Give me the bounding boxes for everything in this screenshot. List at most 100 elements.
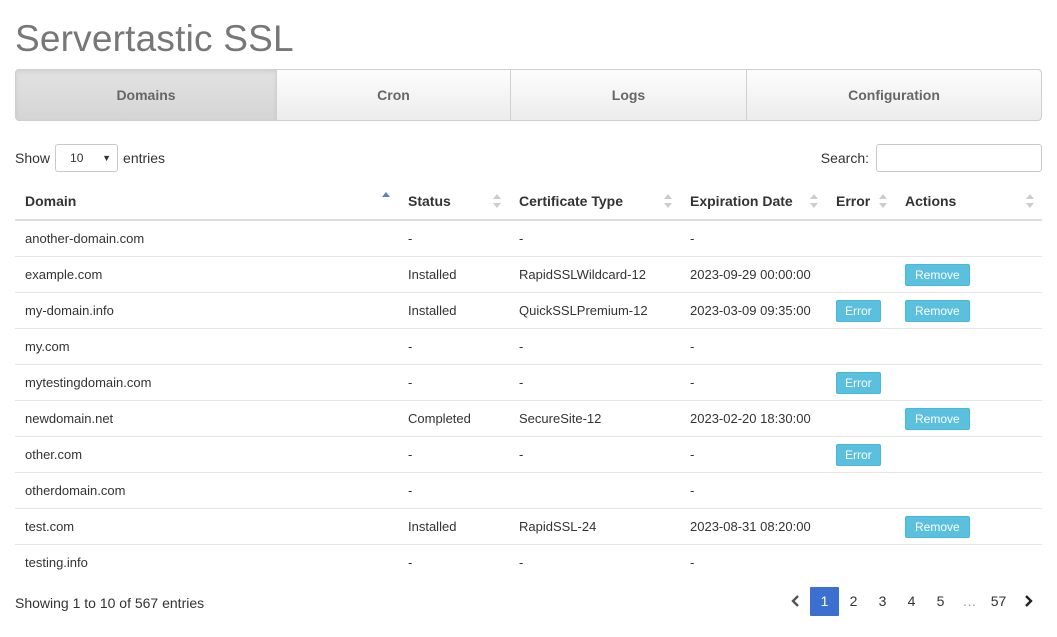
domain-cell: newdomain.net <box>15 400 398 437</box>
column-header-expiration-date[interactable]: Expiration Date <box>680 183 826 221</box>
entries-length-control: Show 10 ▼ entries <box>15 143 165 173</box>
page-button-5[interactable]: 5 <box>926 587 955 616</box>
domain-cell: my.com <box>15 328 398 365</box>
remove-button[interactable]: Remove <box>905 263 970 286</box>
domain-cell: otherdomain.com <box>15 472 398 509</box>
error-cell: Error <box>826 436 895 473</box>
actions-cell: Remove <box>895 256 1042 293</box>
page-button-57[interactable]: 57 <box>984 587 1013 616</box>
show-label: Show <box>15 150 51 166</box>
error-cell <box>826 220 895 257</box>
sort-icon <box>810 194 818 208</box>
domains-table: Domain Status Certificate Type Expiratio… <box>15 183 1042 580</box>
page-button-3[interactable]: 3 <box>868 587 897 616</box>
main-tabs: Domains Cron Logs Configuration <box>15 69 1042 121</box>
sort-icon <box>879 194 887 208</box>
status-cell: Installed <box>398 256 509 293</box>
entries-select[interactable]: 10 ▼ <box>55 144 119 172</box>
certificate-type-cell: QuickSSLPremium-12 <box>509 292 680 329</box>
tab-logs[interactable]: Logs <box>511 70 747 120</box>
tab-cron[interactable]: Cron <box>277 70 511 120</box>
expiration-date-cell: - <box>680 436 826 473</box>
column-header-actions[interactable]: Actions <box>895 183 1042 221</box>
expiration-date-cell: - <box>680 472 826 509</box>
tab-configuration[interactable]: Configuration <box>747 70 1041 120</box>
remove-button[interactable]: Remove <box>905 299 970 322</box>
domain-cell: example.com <box>15 256 398 293</box>
expiration-date-cell: - <box>690 231 695 246</box>
chevron-right-icon <box>1024 595 1033 607</box>
chevron-down-icon: ▼ <box>102 153 112 163</box>
previous-page-button[interactable] <box>781 587 810 616</box>
error-button[interactable]: Error <box>836 443 881 466</box>
status-cell: - <box>398 436 509 473</box>
column-header-status[interactable]: Status <box>398 183 509 221</box>
page-button-2[interactable]: 2 <box>839 587 868 616</box>
error-cell <box>826 256 895 293</box>
expiration-date-cell: 2023-08-31 08:20:00 <box>680 508 826 545</box>
expiration-date-cell: 2023-02-20 18:30:00 <box>680 400 826 437</box>
table-row: my.com - - - <box>15 328 1042 365</box>
search-control: Search: <box>821 143 1042 173</box>
expiration-date-cell: - <box>680 328 826 365</box>
certificate-type-cell: SecureSite-12 <box>509 400 680 437</box>
error-cell <box>826 400 895 437</box>
domain-cell: my-domain.info <box>15 292 398 329</box>
entries-select-value: 10 <box>70 151 84 165</box>
table-row: testing.info - - - <box>15 544 1042 580</box>
error-cell <box>826 508 895 545</box>
app-title: Servertastic SSL <box>15 18 294 59</box>
expiration-date-cell: - <box>680 364 826 401</box>
search-input[interactable] <box>876 144 1042 172</box>
expiration-date-cell: 2023-03-09 09:35:00 <box>680 292 826 329</box>
domain-cell: testing.info <box>15 544 398 580</box>
page-ellipsis: … <box>962 592 977 609</box>
table-row: mytestingdomain.com - - - Error <box>15 364 1042 401</box>
actions-cell <box>895 436 1042 473</box>
actions-cell <box>895 364 1042 401</box>
actions-cell: Remove <box>895 508 1042 545</box>
certificate-type-cell <box>509 472 680 509</box>
error-cell: Error <box>826 364 895 401</box>
table-row: another-domain.com - - - <box>15 220 1042 257</box>
status-cell: - <box>398 544 509 580</box>
page-button-1[interactable]: 1 <box>810 586 839 616</box>
page-button-4[interactable]: 4 <box>897 587 926 616</box>
table-body: another-domain.com - - - example.com Installe… <box>15 220 1042 580</box>
next-page-button[interactable] <box>1013 587 1042 616</box>
certificate-type-cell: - <box>509 436 680 473</box>
remove-button[interactable]: Remove <box>905 515 970 538</box>
domain-cell: test.com <box>15 508 398 545</box>
certificate-type-cell: RapidSSL-24 <box>509 508 680 545</box>
actions-cell: Remove <box>895 292 1042 329</box>
certificate-type-cell: - <box>519 231 524 246</box>
status-cell: Completed <box>398 400 509 437</box>
error-button[interactable]: Error <box>836 299 881 322</box>
actions-cell: Remove <box>895 400 1042 437</box>
table-row: example.com Installed RapidSSLWildcard-12 2… <box>15 256 1042 293</box>
expiration-date-cell: - <box>680 544 826 580</box>
sort-icon <box>493 194 501 208</box>
remove-button[interactable]: Remove <box>905 407 970 430</box>
error-button[interactable]: Error <box>836 371 881 394</box>
domain-cell: mytestingdomain.com <box>15 364 398 401</box>
certificate-type-cell: - <box>509 544 680 580</box>
column-header-domain[interactable]: Domain <box>15 183 398 221</box>
table-row: test.com Installed RapidSSL-24 2023-08-31 0… <box>15 508 1042 545</box>
error-cell <box>826 328 895 365</box>
table-row: other.com - - - Error <box>15 436 1042 473</box>
column-header-error[interactable]: Error <box>826 183 895 221</box>
sort-ascending-icon <box>382 192 390 206</box>
error-cell <box>826 544 895 580</box>
column-header-certificate-type[interactable]: Certificate Type <box>509 183 680 221</box>
table-info: Showing 1 to 10 of 567 entries <box>15 595 205 611</box>
table-row: otherdomain.com - - <box>15 472 1042 509</box>
actions-cell <box>895 220 1042 257</box>
table-header-row: Domain Status Certificate Type Expiratio… <box>15 183 1042 221</box>
status-cell: - <box>398 364 509 401</box>
pagination: 1 2 3 4 5 … 57 <box>781 586 1042 616</box>
actions-cell <box>895 472 1042 509</box>
tab-domains[interactable]: Domains <box>16 70 277 120</box>
certificate-type-cell: - <box>509 364 680 401</box>
status-cell: - <box>408 231 413 246</box>
